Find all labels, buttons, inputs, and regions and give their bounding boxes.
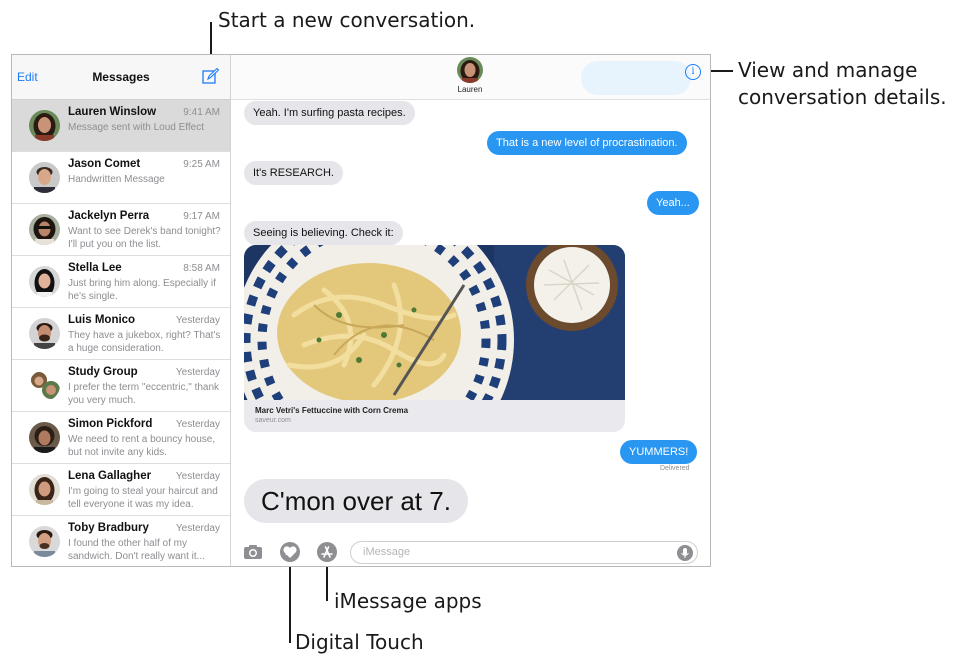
info-icon[interactable]: i xyxy=(685,64,701,80)
message-bubble: Yeah... xyxy=(647,191,699,215)
conversation-time: Yesterday xyxy=(175,471,220,482)
conversation-time: Yesterday xyxy=(175,315,220,326)
conversation-time: 8:58 AM xyxy=(183,263,220,274)
message-bubble: It's RESEARCH. xyxy=(244,161,343,185)
conversation-name: Stella Lee xyxy=(68,262,122,274)
conversation-preview: Just bring him along. Especially if he's… xyxy=(68,278,216,302)
conversation-pane: Lauren i Yeah. I'm surfing pasta recipes… xyxy=(231,55,710,566)
conversation-row[interactable]: Study Group Yesterday I prefer the term … xyxy=(12,360,230,412)
conversation-row[interactable]: Jason Comet 9:25 AM Handwritten Message xyxy=(12,152,230,204)
link-domain: saveur.com xyxy=(255,417,291,424)
digital-touch-icon[interactable] xyxy=(279,541,301,563)
callout-imessage-apps: iMessage apps xyxy=(334,589,482,613)
group-avatar xyxy=(29,370,60,401)
avatar xyxy=(29,214,60,245)
avatar xyxy=(29,266,60,297)
conversation-preview: Want to see Derek's band tonight? I'll p… xyxy=(68,226,221,250)
conversation-preview: Handwritten Message xyxy=(68,174,165,185)
conversation-row[interactable]: Toby Bradbury Yesterday I found the othe… xyxy=(12,516,230,566)
callout-details-line2: conversation details. xyxy=(738,85,947,109)
camera-icon[interactable] xyxy=(242,541,264,563)
sidebar-title: Messages xyxy=(92,70,150,84)
conversation-name: Toby Bradbury xyxy=(68,522,149,534)
conversation-row[interactable]: Lena Gallagher Yesterday I'm going to st… xyxy=(12,464,230,516)
conversation-time: Yesterday xyxy=(175,419,220,430)
callout-details-line1: View and manage xyxy=(738,58,918,82)
conversation-row[interactable]: Luis Monico Yesterday They have a jukebo… xyxy=(12,308,230,360)
loud-message-bubble: C'mon over at 7. xyxy=(244,479,468,523)
conversation-row[interactable]: Stella Lee 8:58 AM Just bring him along.… xyxy=(12,256,230,308)
message-bubble: YUMMERS! xyxy=(620,440,698,464)
link-title: Marc Vetri's Fettuccine with Corn Crema xyxy=(255,406,409,415)
conversation-time: 9:25 AM xyxy=(183,159,220,170)
conversation-time: Yesterday xyxy=(175,523,220,534)
conversation-time: Yesterday xyxy=(175,367,220,378)
message-input-bar: iMessage xyxy=(231,539,710,566)
contact-avatar[interactable] xyxy=(457,57,483,83)
conversation-name: Luis Monico xyxy=(68,314,136,326)
avatar xyxy=(29,162,60,193)
app-store-icon[interactable] xyxy=(316,541,338,563)
message-bubble: Seeing is believing. Check it: xyxy=(244,221,403,245)
conversation-preview: Message sent with Loud Effect xyxy=(68,122,205,133)
leader-digital-touch xyxy=(289,559,291,643)
delivered-status: Delivered xyxy=(660,465,690,472)
conversation-preview: We need to rent a bouncy house, but not … xyxy=(68,434,216,458)
conversation-sidebar: Edit Messages Lauren Winslow 9:41 AM Mes… xyxy=(12,55,231,566)
conversation-preview: I found the other half of my sandwich. D… xyxy=(68,538,205,562)
avatar xyxy=(29,110,60,141)
header-highlight xyxy=(581,61,691,95)
contact-name[interactable]: Lauren xyxy=(440,85,500,94)
conversation-name: Lauren Winslow xyxy=(68,106,157,118)
conversation-name: Study Group xyxy=(68,366,138,378)
link-preview-card[interactable]: Marc Vetri's Fettuccine with Corn Crema … xyxy=(244,245,625,432)
compose-icon[interactable] xyxy=(202,67,220,85)
callout-digital-touch: Digital Touch xyxy=(295,630,424,654)
conversation-time: 9:41 AM xyxy=(183,107,220,118)
avatar xyxy=(29,526,60,557)
conversation-name: Jackelyn Perra xyxy=(68,210,150,222)
conversation-preview: I prefer the term "eccentric," thank you… xyxy=(68,382,220,406)
avatar xyxy=(29,474,60,505)
conversation-preview: They have a jukebox, right? That's a hug… xyxy=(68,330,221,354)
conversation-name: Lena Gallagher xyxy=(68,470,152,482)
conversation-header: Lauren i xyxy=(231,55,710,100)
message-input[interactable]: iMessage xyxy=(350,541,698,564)
conversation-row[interactable]: Jackelyn Perra 9:17 AM Want to see Derek… xyxy=(12,204,230,256)
conversation-row[interactable]: Lauren Winslow 9:41 AM Message sent with… xyxy=(12,100,230,152)
conversation-list: Lauren Winslow 9:41 AM Message sent with… xyxy=(12,100,230,566)
conversation-time: 9:17 AM xyxy=(183,211,220,222)
callout-new-conversation: Start a new conversation. xyxy=(218,8,476,32)
conversation-row[interactable]: Simon Pickford Yesterday We need to rent… xyxy=(12,412,230,464)
microphone-icon[interactable] xyxy=(677,545,693,561)
conversation-preview: I'm going to steal your haircut and tell… xyxy=(68,486,218,510)
sidebar-header: Edit Messages xyxy=(12,55,230,100)
message-input-placeholder: iMessage xyxy=(363,546,411,558)
conversation-name: Simon Pickford xyxy=(68,418,153,430)
message-bubble: That is a new level of procrastination. xyxy=(487,131,687,155)
message-bubble: Yeah. I'm surfing pasta recipes. xyxy=(244,101,415,125)
conversation-name: Jason Comet xyxy=(68,158,141,170)
messages-window: Edit Messages Lauren Winslow 9:41 AM Mes… xyxy=(11,54,711,567)
avatar xyxy=(29,422,60,453)
pasta-photo xyxy=(244,245,625,400)
avatar xyxy=(29,318,60,349)
